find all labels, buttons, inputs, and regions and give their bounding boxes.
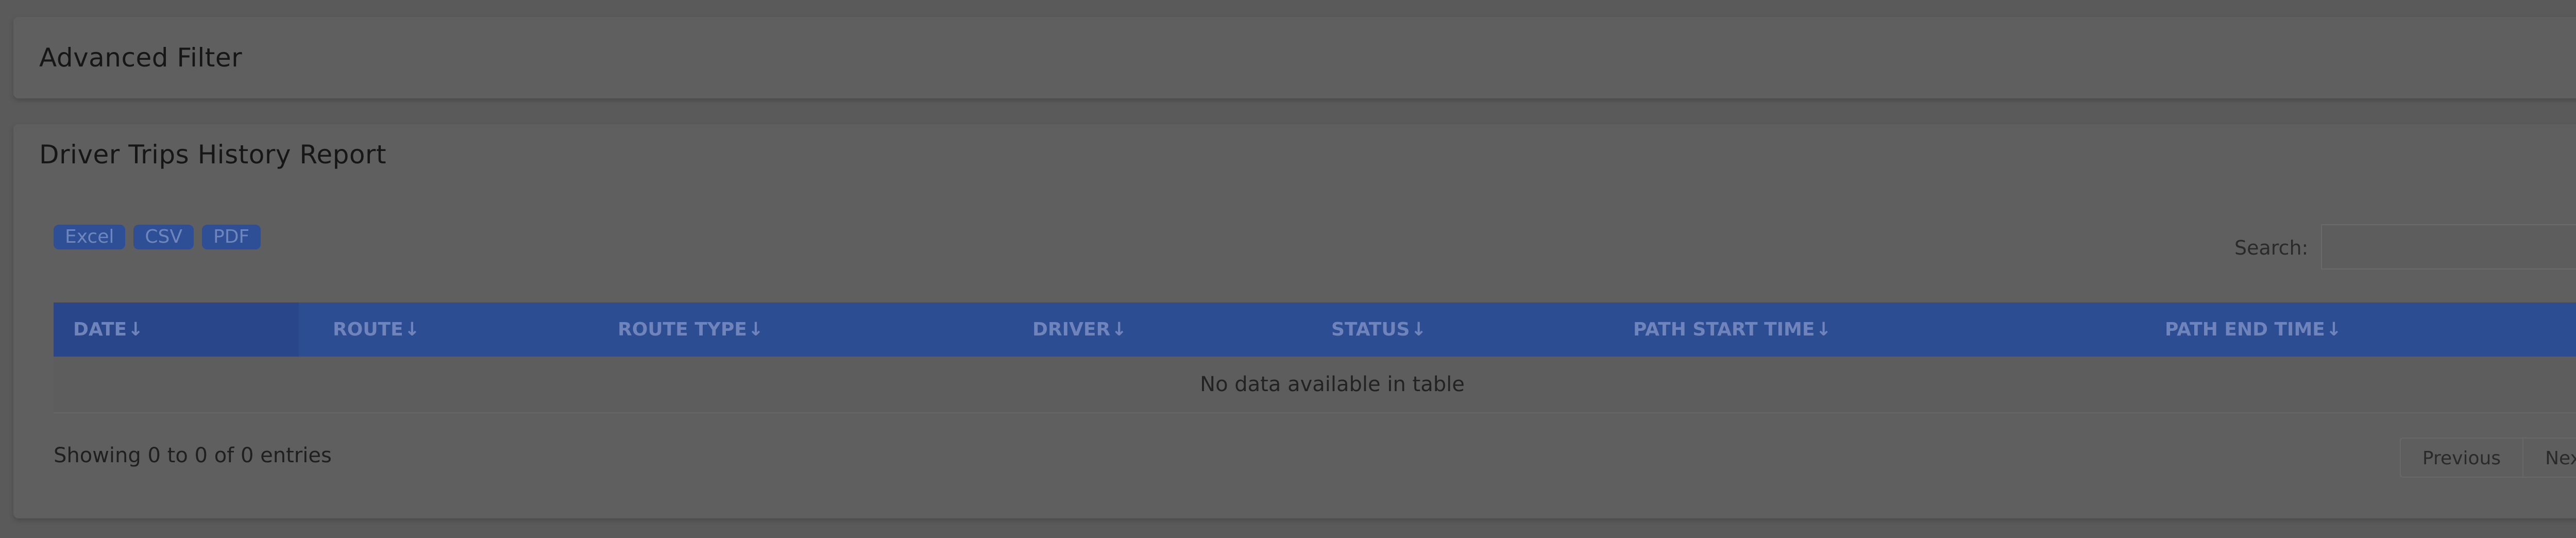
column-label: PATH END TIME bbox=[2165, 319, 2325, 340]
export-excel-button[interactable]: Excel bbox=[54, 225, 126, 249]
sort-arrow-icon: ↓ bbox=[1816, 319, 1832, 340]
search-input[interactable] bbox=[2321, 224, 2576, 270]
column-header-route-type[interactable]: ROUTE TYPE↓ bbox=[618, 302, 764, 357]
column-label: PATH START TIME bbox=[1633, 319, 1815, 340]
next-page-button[interactable]: Next bbox=[2523, 438, 2576, 478]
advanced-filter-panel: Advanced Filter bbox=[13, 17, 2576, 98]
sort-arrow-icon: ↓ bbox=[748, 319, 764, 340]
report-title: Driver Trips History Report bbox=[39, 140, 387, 170]
advanced-filter-title: Advanced Filter bbox=[39, 43, 243, 73]
table-info: Showing 0 to 0 of 0 entries bbox=[54, 444, 332, 467]
previous-page-button[interactable]: Previous bbox=[2400, 438, 2523, 478]
empty-table-message: No data available in table bbox=[54, 357, 2576, 413]
column-header-date[interactable]: DATE↓ bbox=[73, 302, 143, 357]
column-label: ROUTE bbox=[333, 319, 403, 340]
column-label: DRIVER bbox=[1032, 319, 1111, 340]
column-header-path-start-time[interactable]: PATH START TIME↓ bbox=[1633, 302, 1832, 357]
column-label: ROUTE TYPE bbox=[618, 319, 747, 340]
report-panel: Driver Trips History Report Excel CSV PD… bbox=[13, 124, 2576, 518]
export-buttons: Excel CSV PDF bbox=[54, 225, 261, 249]
column-label: DATE bbox=[73, 319, 127, 340]
column-header-driver[interactable]: DRIVER↓ bbox=[1032, 302, 1127, 357]
table-header: DATE↓ ROUTE↓ ROUTE TYPE↓ DRIVER↓ STATUS↓… bbox=[54, 302, 2576, 357]
sort-arrow-icon: ↓ bbox=[1411, 319, 1427, 340]
sort-arrow-icon: ↓ bbox=[128, 319, 144, 340]
export-csv-button[interactable]: CSV bbox=[133, 225, 194, 249]
sort-arrow-icon: ↓ bbox=[2326, 319, 2342, 340]
column-header-path-end-time[interactable]: PATH END TIME↓ bbox=[2165, 302, 2342, 357]
column-header-route[interactable]: ROUTE↓ bbox=[333, 302, 420, 357]
search-label: Search: bbox=[2234, 237, 2309, 259]
sort-arrow-icon: ↓ bbox=[404, 319, 420, 340]
export-pdf-button[interactable]: PDF bbox=[202, 225, 261, 249]
column-header-status[interactable]: STATUS↓ bbox=[1331, 302, 1427, 357]
sort-arrow-icon: ↓ bbox=[1111, 319, 1127, 340]
column-label: STATUS bbox=[1331, 319, 1410, 340]
